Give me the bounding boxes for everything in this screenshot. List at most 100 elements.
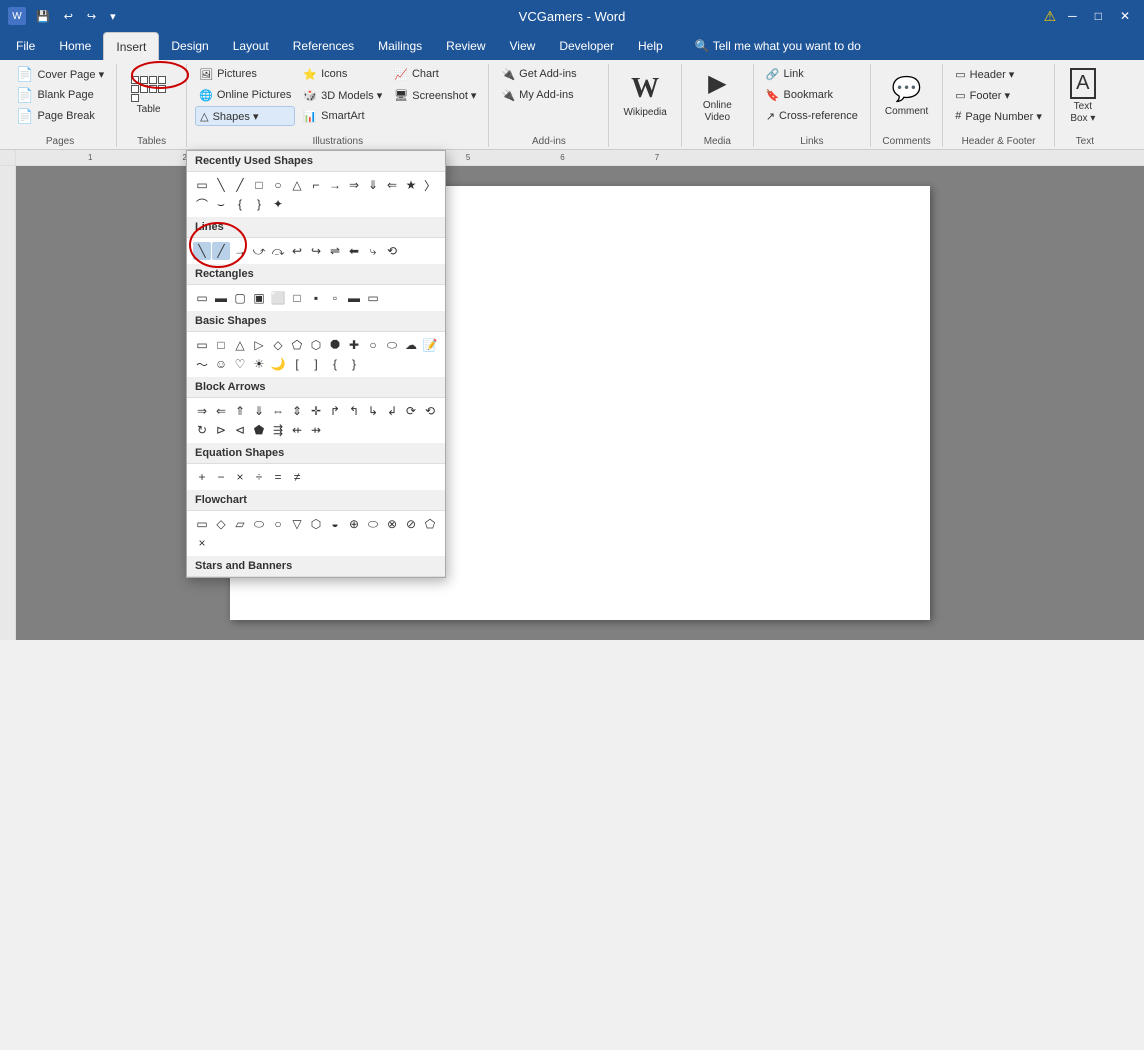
fc-connector[interactable]: × bbox=[193, 534, 211, 552]
save-qat-btn[interactable]: 💾 bbox=[32, 8, 54, 25]
ba-loop-r[interactable]: ⟳ bbox=[402, 402, 420, 420]
line-freeform[interactable]: ⬅ bbox=[345, 242, 363, 260]
eq-mult[interactable]: × bbox=[231, 468, 249, 486]
icons-btn[interactable]: ⭐ Icons bbox=[299, 64, 386, 84]
shape-rect[interactable]: ▭ bbox=[193, 176, 211, 194]
shape-curve[interactable]: ⌣ bbox=[212, 195, 230, 213]
tab-review[interactable]: Review bbox=[434, 32, 497, 60]
fc-circle[interactable]: ○ bbox=[269, 515, 287, 533]
line-arc2[interactable]: ⤼ bbox=[269, 242, 287, 260]
bs-bracket-r[interactable]: ] bbox=[307, 355, 325, 373]
fc-diamond[interactable]: ◇ bbox=[212, 515, 230, 533]
line-curve1[interactable]: ↩ bbox=[288, 242, 306, 260]
tab-design[interactable]: Design bbox=[159, 32, 220, 60]
redo-qat-btn[interactable]: ↪ bbox=[83, 8, 100, 25]
bs-oct[interactable]: ⯃ bbox=[326, 336, 344, 354]
shape-brace-l[interactable]: { bbox=[231, 195, 249, 213]
shape-brace-r[interactable]: } bbox=[250, 195, 268, 213]
line-curve3[interactable]: ⤷ bbox=[364, 242, 382, 260]
rect10[interactable]: ▭ bbox=[364, 289, 382, 307]
bs-pent[interactable]: ⬠ bbox=[288, 336, 306, 354]
bs-cloud[interactable]: ☁ bbox=[402, 336, 420, 354]
shape-sparkle[interactable]: ✦ bbox=[269, 195, 287, 213]
shape-rect2[interactable]: □ bbox=[250, 176, 268, 194]
shape-line1[interactable]: ╲ bbox=[212, 176, 230, 194]
shape-line2[interactable]: ╱ bbox=[231, 176, 249, 194]
bs-tri[interactable]: △ bbox=[231, 336, 249, 354]
rect6[interactable]: □ bbox=[288, 289, 306, 307]
rect5[interactable]: ⬜ bbox=[269, 289, 287, 307]
eq-minus[interactable]: − bbox=[212, 468, 230, 486]
footer-btn[interactable]: ▭ Footer ▾ bbox=[951, 85, 1046, 105]
bs-rect[interactable]: ▭ bbox=[193, 336, 211, 354]
ba-notched-r[interactable]: ⇷ bbox=[288, 421, 306, 439]
line-curve2[interactable]: ↪ bbox=[307, 242, 325, 260]
line-diag2[interactable]: ╱ bbox=[212, 242, 230, 260]
shape-star[interactable]: ★ bbox=[402, 176, 420, 194]
undo-qat-btn[interactable]: ↩ bbox=[60, 8, 77, 25]
bs-sun[interactable]: ☀ bbox=[250, 355, 268, 373]
bs-note[interactable]: 📝 bbox=[421, 336, 439, 354]
fc-off-page[interactable]: ⬠ bbox=[421, 515, 439, 533]
ba-turn-l[interactable]: ↰ bbox=[345, 402, 363, 420]
ba-notched-l[interactable]: ⇸ bbox=[307, 421, 325, 439]
header-btn[interactable]: ▭ Header ▾ bbox=[951, 64, 1046, 84]
line-loop[interactable]: ⟲ bbox=[383, 242, 401, 260]
ba-stripe-r[interactable]: ⇶ bbox=[269, 421, 287, 439]
tab-file[interactable]: File bbox=[4, 32, 47, 60]
bookmark-btn[interactable]: 🔖 Bookmark bbox=[762, 85, 862, 105]
tab-insert[interactable]: Insert bbox=[103, 32, 159, 60]
fc-prep[interactable]: ⬡ bbox=[307, 515, 325, 533]
ba-ud[interactable]: ⇕ bbox=[288, 402, 306, 420]
blank-page-btn[interactable]: 📄 Blank Page bbox=[12, 85, 108, 105]
fc-stored-data[interactable]: ⊗ bbox=[383, 515, 401, 533]
fc-multi-doc[interactable]: ⊕ bbox=[345, 515, 363, 533]
bs-diamond[interactable]: ◇ bbox=[269, 336, 287, 354]
bs-oval[interactable]: ⬭ bbox=[383, 336, 401, 354]
shape-block-arrow-l[interactable]: ⇐ bbox=[383, 176, 401, 194]
table-btn[interactable]: Table bbox=[125, 64, 172, 128]
ba-lr[interactable]: ⇔ bbox=[269, 402, 287, 420]
line-scribble[interactable]: ⇌ bbox=[326, 242, 344, 260]
bs-heart[interactable]: ♡ bbox=[231, 355, 249, 373]
bs-rtri[interactable]: ▷ bbox=[250, 336, 268, 354]
shape-chevron[interactable]: 〉 bbox=[421, 176, 439, 194]
ba-quad[interactable]: ✛ bbox=[307, 402, 325, 420]
rect7[interactable]: ▪ bbox=[307, 289, 325, 307]
ba-turn-r[interactable]: ↱ bbox=[326, 402, 344, 420]
line-arrow[interactable]: → bbox=[231, 242, 249, 260]
ba-chevron-r[interactable]: ⊳ bbox=[212, 421, 230, 439]
line-diag1[interactable]: ╲ bbox=[193, 242, 211, 260]
rect9[interactable]: ▬ bbox=[345, 289, 363, 307]
bs-moon[interactable]: 🌙 bbox=[269, 355, 287, 373]
bs-cross[interactable]: ✚ bbox=[345, 336, 363, 354]
ba-r[interactable]: ⇒ bbox=[193, 402, 211, 420]
fc-delay[interactable]: ⊘ bbox=[402, 515, 420, 533]
shape-block-arrow-r[interactable]: ⇒ bbox=[345, 176, 363, 194]
rect8[interactable]: ▫ bbox=[326, 289, 344, 307]
ba-pentagon[interactable]: ⬟ bbox=[250, 421, 268, 439]
bs-brace-r[interactable]: } bbox=[345, 355, 363, 373]
fc-cylinder[interactable]: ⬭ bbox=[250, 515, 268, 533]
bs-hex[interactable]: ⬡ bbox=[307, 336, 325, 354]
tab-developer[interactable]: Developer bbox=[547, 32, 626, 60]
rect4[interactable]: ▣ bbox=[250, 289, 268, 307]
tab-view[interactable]: View bbox=[498, 32, 548, 60]
fc-term[interactable]: ⬭ bbox=[364, 515, 382, 533]
text-box-btn[interactable]: A TextBox ▾ bbox=[1063, 64, 1103, 128]
online-video-btn[interactable]: ▶ OnlineVideo bbox=[690, 64, 745, 128]
online-pictures-btn[interactable]: 🌐 Online Pictures bbox=[195, 85, 295, 105]
eq-equals[interactable]: = bbox=[269, 468, 287, 486]
eq-plus[interactable]: + bbox=[193, 468, 211, 486]
bs-brace-l[interactable]: { bbox=[326, 355, 344, 373]
bs-circle[interactable]: ○ bbox=[364, 336, 382, 354]
comment-btn[interactable]: 💬 Comment bbox=[879, 64, 934, 128]
restore-btn[interactable]: □ bbox=[1089, 9, 1108, 23]
tab-help[interactable]: Help bbox=[626, 32, 675, 60]
tab-home[interactable]: Home bbox=[47, 32, 103, 60]
shape-arrow-r[interactable]: → bbox=[326, 176, 344, 194]
my-addins-btn[interactable]: 🔌 My Add-ins bbox=[497, 85, 580, 105]
ba-bend-l[interactable]: ↲ bbox=[383, 402, 401, 420]
pictures-btn[interactable]: 🖼 Pictures bbox=[195, 64, 295, 84]
fc-manual-input[interactable]: ▽ bbox=[288, 515, 306, 533]
